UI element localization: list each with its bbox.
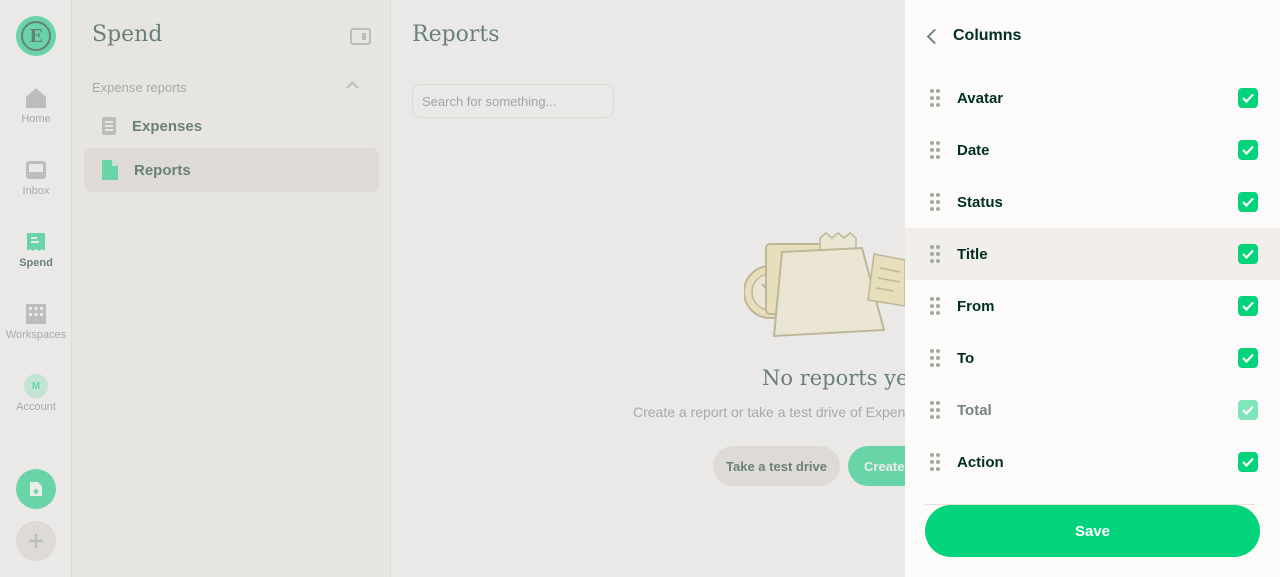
checkmark-icon xyxy=(1242,301,1254,311)
new-expense-icon xyxy=(30,482,42,496)
receipt-icon xyxy=(27,233,45,251)
drag-handle-icon[interactable] xyxy=(930,245,940,263)
nav-item-spend[interactable]: Spend xyxy=(0,230,72,269)
column-row[interactable]: To xyxy=(905,332,1280,384)
column-checkbox[interactable] xyxy=(1238,296,1258,316)
nav-label-inbox: Inbox xyxy=(22,185,50,197)
drag-handle-icon[interactable] xyxy=(930,141,940,159)
nav-rail: E Home Inbox Spend Workspaces M Account xyxy=(0,0,72,577)
column-label: Action xyxy=(957,453,1004,471)
column-row[interactable]: Total xyxy=(905,384,1280,436)
column-row[interactable]: Status xyxy=(905,176,1280,228)
sidebar-title: Spend xyxy=(92,22,163,47)
nav-label-account: Account xyxy=(16,401,56,413)
panel-title: Columns xyxy=(953,27,1022,44)
expensify-logo[interactable]: E xyxy=(16,16,56,56)
nav-item-home[interactable]: Home xyxy=(0,86,72,125)
nav-label-spend: Spend xyxy=(19,257,53,269)
drag-handle-icon[interactable] xyxy=(930,349,940,367)
avatar: M xyxy=(24,374,48,398)
column-label: To xyxy=(957,349,975,367)
checkmark-icon xyxy=(1242,145,1254,155)
sidebar-item-reports[interactable]: Reports xyxy=(84,148,379,192)
drag-handle-icon[interactable] xyxy=(930,193,940,211)
drag-handle-icon[interactable] xyxy=(930,297,940,315)
column-row[interactable]: Date xyxy=(905,124,1280,176)
column-label: From xyxy=(957,297,995,315)
section-expense-reports[interactable]: Expense reports xyxy=(92,80,362,95)
column-label: Status xyxy=(957,193,1003,211)
checkmark-icon xyxy=(1242,353,1254,363)
empty-state-title: No reports yet xyxy=(762,366,905,390)
column-row[interactable]: Avatar xyxy=(905,72,1280,124)
nav-item-workspaces[interactable]: Workspaces xyxy=(0,302,72,341)
column-checkbox[interactable] xyxy=(1238,348,1258,368)
sidebar-item-expenses[interactable]: Expenses xyxy=(84,104,379,148)
column-checkbox[interactable] xyxy=(1238,452,1258,472)
nav-label-home: Home xyxy=(21,113,51,125)
checkmark-icon xyxy=(1242,93,1254,103)
sidebar-item-label: Reports xyxy=(134,161,191,179)
column-label: Avatar xyxy=(957,89,1004,107)
background-layer: E Home Inbox Spend Workspaces M Account xyxy=(0,0,905,577)
column-checkbox[interactable] xyxy=(1238,140,1258,160)
page-title: Reports xyxy=(412,22,500,47)
save-button[interactable]: Save xyxy=(925,505,1260,557)
document-icon xyxy=(102,117,116,135)
column-checkbox[interactable] xyxy=(1238,192,1258,212)
search-input[interactable] xyxy=(412,84,614,118)
building-icon xyxy=(26,304,46,324)
column-checkbox xyxy=(1238,400,1258,420)
column-checkbox[interactable] xyxy=(1238,244,1258,264)
column-label: Total xyxy=(957,401,992,419)
plus-icon xyxy=(29,534,43,548)
nav-item-account[interactable]: M Account xyxy=(0,374,72,413)
drag-handle-icon[interactable] xyxy=(930,401,940,419)
column-checkbox[interactable] xyxy=(1238,88,1258,108)
drag-handle-icon[interactable] xyxy=(930,453,940,471)
spend-sidebar: Spend Expense reports Expenses Reports xyxy=(72,0,391,577)
home-icon xyxy=(26,88,46,108)
column-label: Title xyxy=(957,245,988,263)
drag-handle-icon[interactable] xyxy=(930,89,940,107)
checkmark-icon xyxy=(1242,457,1254,467)
reports-main: Reports No reports yet Create a report o… xyxy=(392,0,905,577)
checkmark-icon xyxy=(1242,249,1254,259)
take-test-drive-button[interactable]: Take a test drive xyxy=(713,446,840,486)
nav-label-workspaces: Workspaces xyxy=(5,329,67,341)
column-row[interactable]: Action xyxy=(905,436,1280,488)
column-label: Date xyxy=(957,141,990,159)
column-row[interactable]: Title xyxy=(905,228,1280,280)
checkmark-icon xyxy=(1242,197,1254,207)
add-button[interactable] xyxy=(16,521,56,561)
nav-item-inbox[interactable]: Inbox xyxy=(0,158,72,197)
report-icon xyxy=(102,160,118,180)
inbox-icon xyxy=(26,161,46,179)
create-report-button[interactable]: Create report xyxy=(848,446,905,486)
new-expense-button[interactable] xyxy=(16,469,56,509)
sidebar-item-label: Expenses xyxy=(132,117,203,135)
collapse-sidebar-icon[interactable] xyxy=(350,28,371,45)
back-arrow-icon[interactable] xyxy=(922,28,942,46)
checkmark-icon xyxy=(1242,405,1254,415)
logo-letter: E xyxy=(21,21,51,51)
empty-state-illustration xyxy=(744,232,905,338)
column-row[interactable]: From xyxy=(905,280,1280,332)
empty-state-subtitle: Create a report or take a test drive of … xyxy=(633,404,905,420)
